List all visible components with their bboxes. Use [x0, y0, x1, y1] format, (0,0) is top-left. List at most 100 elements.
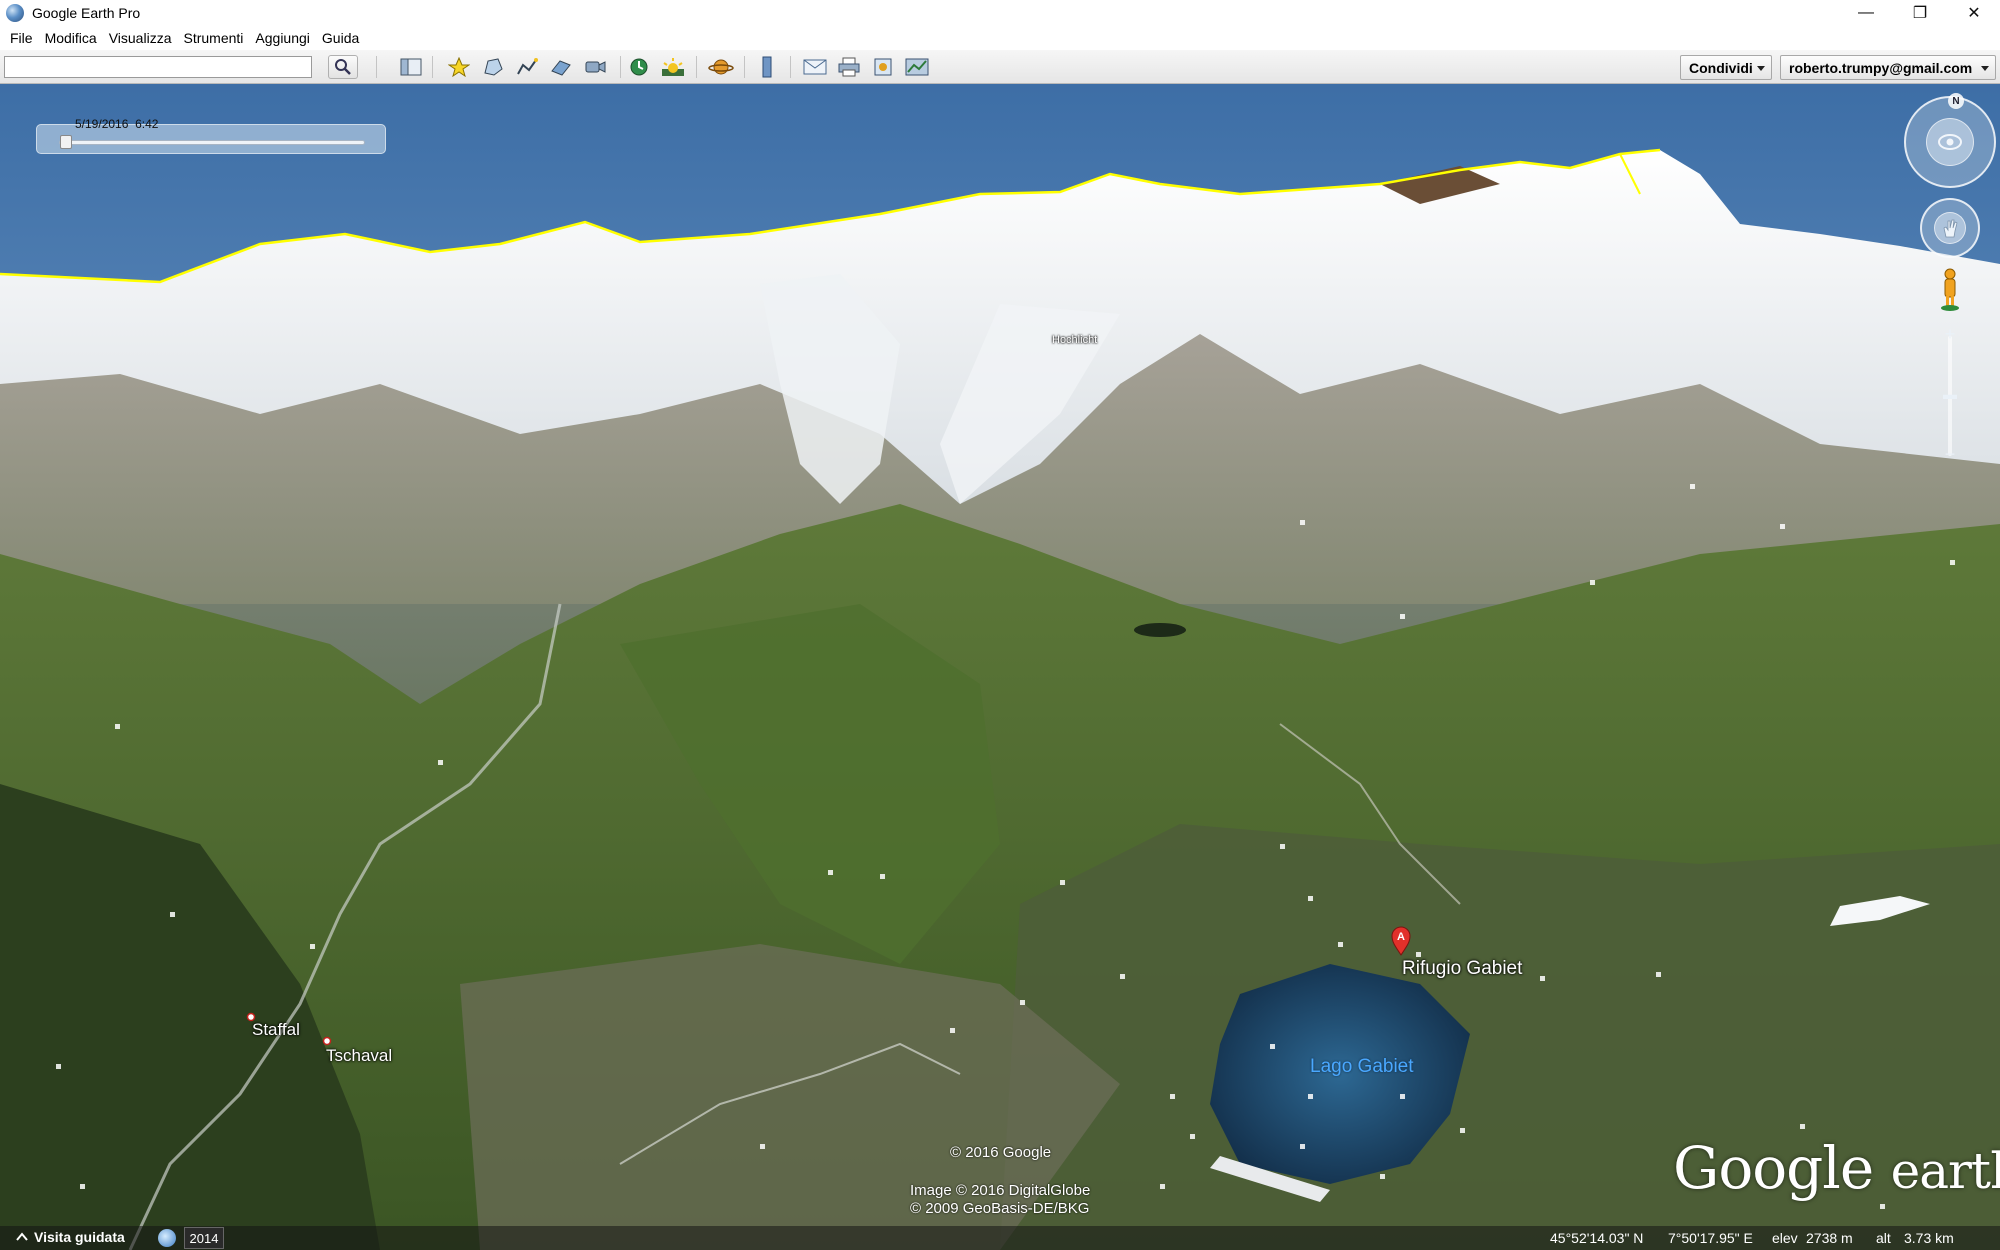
status-bar: Visita guidata 2014 45°52'14.03" N 7°50'…	[0, 1226, 2000, 1250]
elevation-readout: 2738 m	[1806, 1230, 1853, 1246]
zoom-in-button[interactable]: +	[1938, 324, 1962, 344]
record-tour-button[interactable]	[580, 55, 610, 79]
menu-modifica[interactable]: Modifica	[39, 30, 103, 46]
time-slider[interactable]: 5/19/2016 6:42	[36, 117, 386, 154]
zoom-out-button[interactable]: −	[1938, 444, 1962, 464]
copyright-geobasis: © 2009 GeoBasis-DE/BKG	[910, 1200, 1090, 1217]
toolbar-separator	[744, 56, 745, 78]
toolbar-separator	[696, 56, 697, 78]
polygon-icon	[484, 58, 503, 76]
marker-letter: A	[1397, 931, 1405, 943]
toolbar-separator	[432, 56, 433, 78]
elevation-label: elev	[1772, 1230, 1798, 1246]
save-image-button[interactable]	[868, 55, 898, 79]
hand-icon	[1943, 219, 1958, 238]
menu-bar: File Modifica Visualizza Strumenti Aggiu…	[0, 26, 2000, 50]
add-polygon-button[interactable]	[478, 55, 508, 79]
window-title: Google Earth Pro	[32, 5, 141, 21]
time-slider-thumb[interactable]	[60, 135, 72, 149]
share-label: Condividi	[1689, 59, 1753, 76]
place-dot-icon	[322, 1036, 332, 1046]
chevron-up-icon	[16, 1232, 28, 1241]
toolbar-separator	[376, 56, 377, 78]
email-icon	[803, 59, 827, 75]
sidebar-toggle-button[interactable]	[396, 55, 426, 79]
save-image-icon	[874, 58, 892, 76]
time-slider-date: 5/19/2016	[75, 117, 129, 131]
view-in-maps-icon	[905, 58, 929, 76]
search-icon	[335, 59, 351, 75]
chevron-down-icon	[1757, 66, 1765, 71]
pegman-icon[interactable]	[1939, 267, 1961, 311]
restore-button[interactable]: ❐	[1892, 0, 1948, 26]
print-icon	[838, 57, 860, 77]
logo-earth: earth	[1890, 1142, 2000, 1200]
menu-strumenti[interactable]: Strumenti	[177, 30, 249, 46]
longitude-readout: 7°50'17.95" E	[1668, 1230, 1753, 1246]
add-image-overlay-button[interactable]	[546, 55, 576, 79]
planets-icon	[708, 59, 734, 75]
zoom-slider-thumb[interactable]: ▬	[1938, 384, 1962, 404]
print-button[interactable]	[834, 55, 864, 79]
account-dropdown[interactable]: roberto.trumpy@gmail.com	[1780, 55, 1996, 80]
historical-imagery-icon	[630, 58, 648, 76]
placemark-icon	[448, 57, 470, 77]
guided-tour-label: Visita guidata	[34, 1229, 125, 1245]
menu-guida[interactable]: Guida	[316, 30, 365, 46]
place-label-tschaval[interactable]: Tschaval	[326, 1046, 392, 1066]
sunlight-icon	[662, 58, 684, 76]
close-button[interactable]: ✕	[1946, 0, 2000, 26]
imagery-year-button[interactable]: 2014	[184, 1227, 224, 1249]
switch-planet-button[interactable]	[706, 55, 736, 79]
ruler-button[interactable]	[752, 55, 782, 79]
toolbar-separator	[620, 56, 621, 78]
toolbar: Condividi roberto.trumpy@gmail.com	[0, 50, 2000, 84]
menu-aggiungi[interactable]: Aggiungi	[249, 30, 316, 46]
title-bar: Google Earth Pro — ❐ ✕	[0, 0, 2000, 26]
place-label-lago-gabiet[interactable]: Lago Gabiet	[1310, 1056, 1414, 1078]
earth-3d-viewport[interactable]: 5/19/2016 6:42 N + ▬ − Hochlicht A Rifug…	[0, 84, 2000, 1250]
search-button[interactable]	[328, 55, 358, 79]
time-slider-time: 6:42	[135, 117, 159, 131]
add-placemark-button[interactable]	[444, 55, 474, 79]
time-slider-label: 5/19/2016 6:42	[75, 117, 158, 131]
peak-label[interactable]: Hochlicht	[1052, 334, 1097, 346]
place-label-rifugio-gabiet[interactable]: Rifugio Gabiet	[1402, 958, 1522, 980]
time-slider-track[interactable]	[59, 140, 365, 145]
altitude-label: alt	[1876, 1230, 1891, 1246]
sidebar-toggle-icon	[400, 58, 422, 76]
path-icon	[517, 58, 538, 75]
guided-tour-button[interactable]: Visita guidata	[16, 1229, 125, 1245]
toolbar-separator	[790, 56, 791, 78]
search-result-marker-icon[interactable]: A	[1390, 926, 1412, 956]
account-label: roberto.trumpy@gmail.com	[1789, 59, 1973, 76]
email-button[interactable]	[800, 55, 830, 79]
eye-icon	[1938, 134, 1962, 150]
north-indicator[interactable]: N	[1948, 93, 1964, 109]
altitude-readout: 3.73 km	[1904, 1230, 1954, 1246]
share-dropdown[interactable]: Condividi	[1680, 55, 1772, 80]
copyright-image: Image © 2016 DigitalGlobe	[910, 1182, 1091, 1199]
google-earth-logo: Google earth	[1673, 1134, 2000, 1202]
view-in-google-maps-button[interactable]	[902, 55, 932, 79]
historical-imagery-button[interactable]	[624, 55, 654, 79]
add-path-button[interactable]	[512, 55, 542, 79]
sunlight-button[interactable]	[658, 55, 688, 79]
place-label-staffal[interactable]: Staffal	[252, 1020, 300, 1040]
copyright-google: © 2016 Google	[950, 1144, 1052, 1161]
record-tour-icon	[585, 61, 606, 73]
logo-google: Google	[1673, 1134, 1874, 1202]
terrain-scene	[0, 84, 2000, 1250]
menu-visualizza[interactable]: Visualizza	[103, 30, 178, 46]
google-earth-app-icon	[6, 4, 24, 22]
search-input[interactable]	[4, 56, 312, 78]
menu-file[interactable]: File	[4, 30, 39, 46]
chevron-down-icon	[1981, 66, 1989, 71]
look-joystick[interactable]	[1926, 118, 1974, 166]
historical-imagery-icon[interactable]	[158, 1229, 176, 1247]
latitude-readout: 45°52'14.03" N	[1550, 1230, 1644, 1246]
move-joystick[interactable]	[1934, 212, 1966, 244]
overlay-icon	[551, 60, 571, 76]
minimize-button[interactable]: —	[1838, 0, 1894, 26]
ruler-icon	[762, 56, 772, 78]
